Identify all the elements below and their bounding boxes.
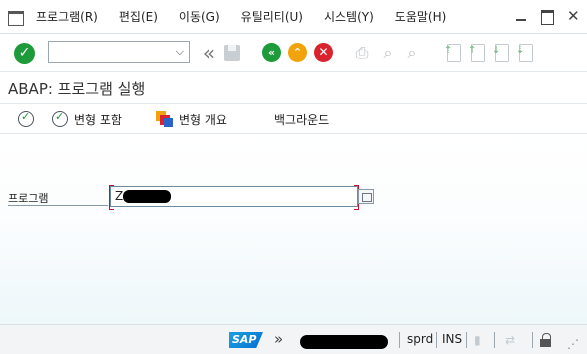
program-field-label: 프로그램 bbox=[8, 190, 108, 206]
variant-include-label: 변형 포함 bbox=[74, 112, 122, 127]
redaction-mark bbox=[123, 190, 171, 203]
menu-program[interactable]: 프로그램(R) bbox=[36, 8, 98, 25]
lock-icon bbox=[540, 333, 552, 347]
first-page-icon: ⇡ bbox=[444, 44, 461, 62]
window-controls: ✕ bbox=[515, 9, 580, 25]
sap-logo: SAP bbox=[229, 332, 263, 348]
minimize-icon[interactable] bbox=[515, 10, 527, 22]
status-bar: SAP » sprd INS ▮ ⇄ ⋰ bbox=[0, 324, 587, 354]
value-help-icon[interactable] bbox=[358, 189, 374, 204]
selection-screen: 프로그램 Z bbox=[0, 134, 587, 324]
menu-system[interactable]: 시스템(Y) bbox=[324, 8, 374, 25]
find-next-icon: ⌕ bbox=[407, 43, 417, 62]
save-icon bbox=[222, 43, 242, 63]
status-divider bbox=[494, 332, 495, 348]
program-input-value: Z bbox=[115, 189, 124, 203]
menu-edit[interactable]: 편집(E) bbox=[119, 8, 158, 25]
application-toolbar: 변형 포함 변형 개요 백그라운드 bbox=[0, 104, 587, 134]
page-title: ABAP: 프로그램 실행 bbox=[8, 80, 146, 98]
system-info-redaction bbox=[300, 335, 388, 349]
menu-utilities[interactable]: 유틸리티(U) bbox=[241, 8, 303, 25]
status-divider bbox=[436, 332, 437, 348]
last-page-icon: ⇣ bbox=[516, 44, 533, 62]
find-icon: ⌕ bbox=[383, 43, 393, 62]
close-icon[interactable]: ✕ bbox=[567, 9, 580, 24]
status-client: sprd bbox=[407, 332, 434, 346]
status-expand-icon[interactable]: » bbox=[274, 330, 283, 348]
variant-overview-button[interactable]: 변형 개요 bbox=[156, 109, 227, 129]
exit-button[interactable]: ⌃ bbox=[288, 43, 307, 62]
maximize-icon[interactable] bbox=[541, 10, 554, 25]
status-divider bbox=[399, 332, 400, 348]
system-toolbar: ✓ ⌵ « « ⌃ ✕ ⎙ ⌕ ⌕ ⇡ ↑ ↓ ⇣ bbox=[0, 34, 587, 72]
back-button[interactable]: « bbox=[262, 43, 281, 62]
status-divider bbox=[532, 332, 533, 348]
variants-icon bbox=[156, 111, 173, 127]
variant-overview-label: 변형 개요 bbox=[179, 112, 227, 127]
background-label: 백그라운드 bbox=[274, 112, 330, 127]
status-divider bbox=[466, 332, 467, 348]
collapse-arrow-icon[interactable]: « bbox=[196, 43, 216, 63]
background-button[interactable]: 백그라운드 bbox=[274, 109, 329, 129]
chevron-down-icon[interactable]: ⌵ bbox=[176, 45, 184, 59]
menu-goto[interactable]: 이동(G) bbox=[179, 8, 220, 25]
resize-grip-icon[interactable]: ⋰ bbox=[567, 337, 579, 351]
cancel-button[interactable]: ✕ bbox=[314, 43, 333, 62]
title-bar: ABAP: 프로그램 실행 bbox=[0, 72, 587, 104]
next-page-icon: ↓ bbox=[492, 44, 509, 62]
command-field[interactable]: ⌵ bbox=[48, 41, 190, 63]
execute-variant-button[interactable]: 변형 포함 bbox=[52, 109, 122, 129]
previous-page-icon: ↑ bbox=[468, 44, 485, 62]
menu-help[interactable]: 도움말(H) bbox=[395, 8, 447, 25]
program-input[interactable]: Z bbox=[109, 185, 359, 210]
print-icon: ⎙ bbox=[355, 43, 369, 62]
enter-button[interactable]: ✓ bbox=[14, 43, 35, 64]
menu-bar: 프로그램(R) 편집(E) 이동(G) 유틸리티(U) 시스템(Y) 도움말(H… bbox=[0, 0, 587, 34]
execute-variant-icon bbox=[52, 110, 68, 127]
window-menu-icon[interactable] bbox=[8, 10, 24, 26]
status-flag-icon: ▮ bbox=[474, 333, 481, 347]
status-insert-mode[interactable]: INS bbox=[442, 332, 462, 346]
status-transfer-icon: ⇄ bbox=[505, 333, 516, 347]
execute-clock-icon bbox=[18, 110, 34, 127]
execute-button[interactable] bbox=[18, 109, 40, 129]
